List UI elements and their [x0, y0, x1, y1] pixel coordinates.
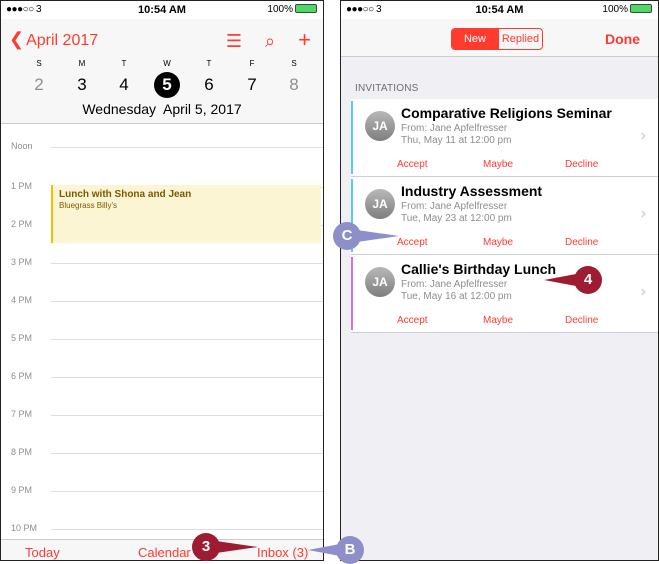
callout-b: B [308, 536, 370, 564]
decline-button[interactable]: Decline [565, 237, 598, 248]
decline-button[interactable]: Decline [565, 315, 598, 326]
status-bar: ●●●○○ 3 10:54 AM 100% [341, 1, 658, 19]
chevron-right-icon[interactable]: › [641, 127, 646, 145]
new-replied-segmented-control: New Replied [451, 28, 543, 50]
week-days: 2 3 4 5 6 7 8 [1, 72, 323, 98]
segment-replied[interactable]: Replied [498, 29, 542, 49]
day-7[interactable]: 7 [239, 72, 265, 98]
maybe-button[interactable]: Maybe [483, 237, 513, 248]
weekday-letter: S [291, 59, 297, 68]
callout-badge-4: 4 [574, 266, 602, 294]
invitation-time: Thu, May 11 at 12:00 pm [401, 135, 512, 146]
accept-button[interactable]: Accept [397, 159, 428, 170]
battery-icon [630, 4, 652, 13]
callout-arrow-c [357, 230, 399, 242]
hour-row-9pm: 9 PM [1, 485, 323, 495]
battery-icon [295, 4, 317, 13]
segment-new[interactable]: New [452, 29, 498, 49]
inbox-header: New Replied Done [341, 19, 658, 57]
decline-button[interactable]: Decline [565, 159, 598, 170]
callout-arrow-4 [544, 274, 576, 286]
callout-arrow-3 [216, 541, 258, 553]
inbox-list: INVITATIONS JA Comparative Religions Sem… [341, 57, 658, 560]
day-8[interactable]: 8 [281, 72, 307, 98]
invitation-from: From: Jane Apfelfresser [401, 279, 508, 290]
date-title: Wednesday April 5, 2017 [82, 101, 242, 117]
chevron-right-icon[interactable]: › [641, 283, 646, 301]
hour-row-4pm: 4 PM [1, 295, 323, 305]
hour-row-3pm: 3 PM [1, 257, 323, 267]
weekday-letter: W [163, 59, 171, 68]
avatar: JA [365, 267, 395, 297]
day-6[interactable]: 6 [196, 72, 222, 98]
invitation-title: Industry Assessment [401, 183, 543, 199]
calendar-screen: ●●●○○ 3 10:54 AM 100% ❮ April 2017 ☰ ⌕ + … [0, 0, 324, 561]
calendars-button[interactable]: Calendar [138, 545, 191, 560]
callout-badge-b: B [336, 536, 364, 564]
event-title: Lunch with Shona and Jean [59, 189, 192, 200]
callout-c: C [333, 222, 403, 250]
weekday-letter: F [249, 59, 255, 68]
day-2[interactable]: 2 [26, 72, 52, 98]
search-icon[interactable]: ⌕ [265, 31, 275, 52]
invitation-from: From: Jane Apfelfresser [401, 123, 508, 134]
callout-3: 3 [192, 533, 264, 561]
list-icon[interactable]: ☰ [226, 31, 242, 52]
invitation-title: Comparative Religions Seminar [401, 105, 612, 121]
hour-row-5pm: 5 PM [1, 333, 323, 343]
day-5-selected[interactable]: 5 [154, 72, 180, 98]
header-icons: ☰ ⌕ + [208, 27, 311, 53]
inbox-button[interactable]: Inbox (3) [257, 545, 308, 560]
maybe-button[interactable]: Maybe [483, 159, 513, 170]
chevron-right-icon[interactable]: › [641, 205, 646, 223]
back-month-button[interactable]: ❮ April 2017 [9, 29, 98, 50]
maybe-button[interactable]: Maybe [483, 315, 513, 326]
invitation-card[interactable]: JA Comparative Religions Seminar From: J… [351, 99, 658, 177]
avatar: JA [365, 189, 395, 219]
chevron-left-icon: ❮ [9, 29, 25, 49]
battery-indicator: 100% [602, 4, 652, 15]
weekday-letters: S M T W T F S [1, 59, 323, 71]
inbox-screen: ●●●○○ 3 10:54 AM 100% New Replied Done I… [340, 0, 659, 561]
event-location: Bluegrass Billy's [59, 201, 117, 210]
hour-row-7pm: 7 PM [1, 409, 323, 419]
accept-button[interactable]: Accept [397, 315, 428, 326]
plus-icon[interactable]: + [298, 27, 311, 53]
calendar-color-bar [351, 101, 353, 174]
avatar: JA [365, 111, 395, 141]
weekday-letter: S [36, 59, 42, 68]
invitation-from: From: Jane Apfelfresser [401, 201, 508, 212]
invitation-time: Tue, May 23 at 12:00 pm [401, 213, 512, 224]
bottom-toolbar: Today Calendar Inbox (3) [1, 539, 323, 560]
day-4[interactable]: 4 [111, 72, 137, 98]
invitation-time: Tue, May 16 at 12:00 pm [401, 291, 512, 302]
today-button[interactable]: Today [25, 545, 60, 560]
weekday-letter: M [78, 59, 86, 68]
hour-row-noon: Noon [1, 141, 323, 151]
hour-row-6pm: 6 PM [1, 371, 323, 381]
callout-4: 4 [544, 266, 608, 294]
hour-row-10pm: 10 PM [1, 523, 323, 533]
hour-row-8pm: 8 PM [1, 447, 323, 457]
day-3[interactable]: 3 [69, 72, 95, 98]
invitation-card[interactable]: JA Callie's Birthday Lunch From: Jane Ap… [351, 255, 658, 333]
done-button[interactable]: Done [605, 31, 640, 47]
calendar-event[interactable]: Lunch with Shona and Jean Bluegrass Bill… [51, 185, 321, 243]
status-bar: ●●●○○ 3 10:54 AM 100% [1, 1, 323, 19]
weekday-letter: T [206, 59, 212, 68]
weekday-letter: T [121, 59, 127, 68]
invitation-title: Callie's Birthday Lunch [401, 261, 557, 277]
calendar-header: ❮ April 2017 ☰ ⌕ + S M T W T F S 2 3 4 5 … [1, 19, 323, 124]
battery-indicator: 100% [267, 4, 317, 15]
calendar-color-bar [351, 257, 353, 330]
section-header-invitations: INVITATIONS [355, 83, 419, 94]
